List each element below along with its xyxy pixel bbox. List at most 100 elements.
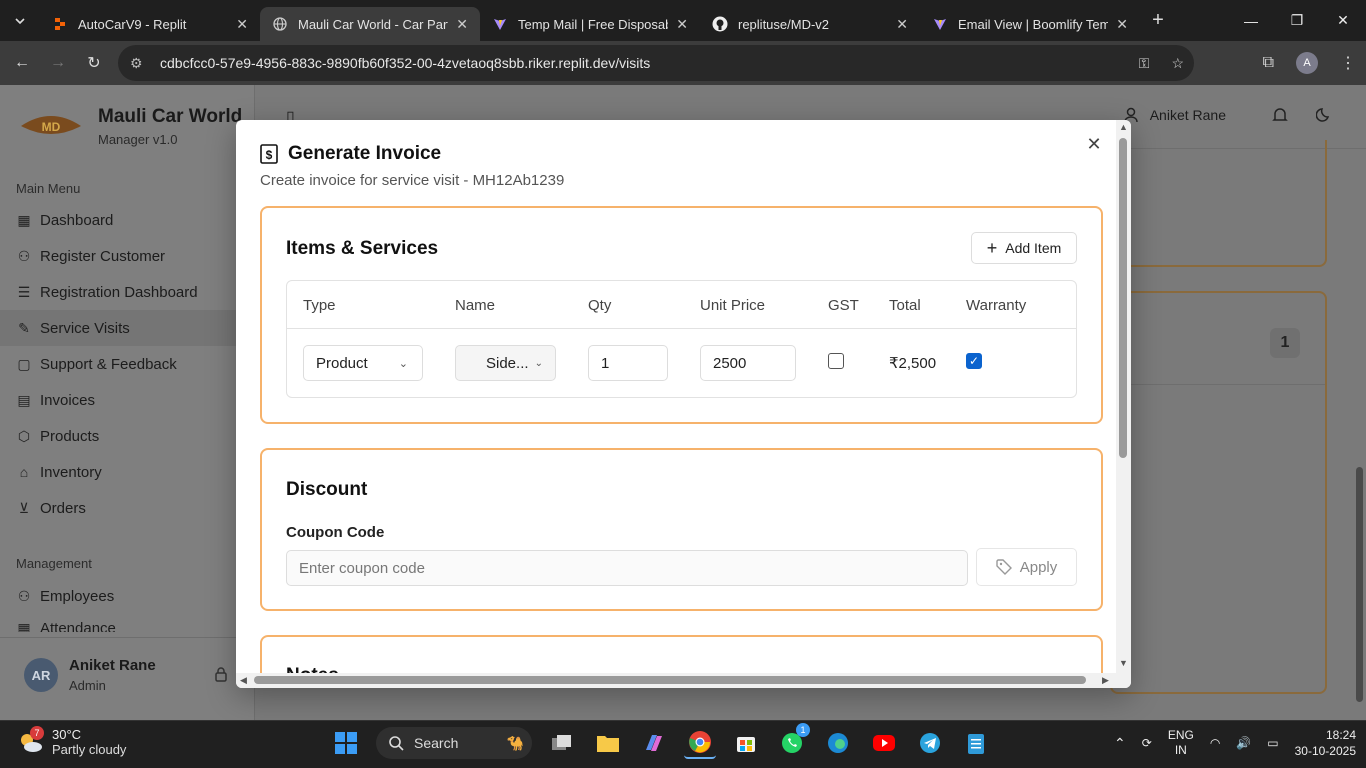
- qty-input[interactable]: 1: [588, 345, 668, 381]
- close-tab-icon[interactable]: ✕: [896, 16, 908, 33]
- search-label: Search: [414, 735, 459, 751]
- close-icon[interactable]: ✕: [1084, 134, 1104, 154]
- notepad-icon[interactable]: [960, 727, 992, 759]
- telegram-icon[interactable]: [914, 727, 946, 759]
- sidebar-item-register-customer[interactable]: ⚇ Register Customer: [16, 244, 165, 268]
- sidebar-item-employees[interactable]: ⚇ Employees: [16, 584, 114, 608]
- page-scroll-thumb[interactable]: [1356, 467, 1363, 702]
- sync-icon[interactable]: ⟳: [1142, 736, 1152, 750]
- header-divider: [287, 328, 1076, 329]
- topbar-user[interactable]: Aniket Rane: [1123, 107, 1226, 123]
- scroll-up-icon[interactable]: ▲: [1119, 122, 1128, 132]
- sidebar-item-support[interactable]: ▢ Support & Feedback: [16, 352, 176, 376]
- close-tab-icon[interactable]: ✕: [676, 16, 688, 33]
- url-bar[interactable]: ⚙ cdbcfcc0-57e9-4956-883c-9890fb60f352-0…: [118, 45, 1194, 81]
- browser-tab-3[interactable]: replituse/MD-v2 ✕: [700, 7, 920, 41]
- file-explorer-icon[interactable]: [592, 727, 624, 759]
- file-icon: ▤: [17, 391, 31, 408]
- language-indicator[interactable]: ENG IN: [1168, 728, 1194, 758]
- lock-icon[interactable]: [214, 666, 228, 687]
- plus-icon: +: [986, 237, 998, 258]
- lang-region: IN: [1174, 743, 1187, 757]
- github-icon: [712, 16, 728, 32]
- tab-title: Email View | Boomlify Tempo: [958, 16, 1109, 32]
- tab-search-button[interactable]: [0, 0, 40, 41]
- sidebar-item-label: Attendance: [40, 620, 116, 632]
- volume-icon[interactable]: 🔊: [1236, 736, 1251, 750]
- whatsapp-icon[interactable]: 1: [776, 723, 810, 759]
- type-select[interactable]: Product ⌄: [303, 345, 423, 381]
- bell-icon[interactable]: [1272, 107, 1288, 128]
- edge-icon[interactable]: [822, 727, 854, 759]
- avatar[interactable]: AR: [24, 658, 58, 692]
- browser-tab-0[interactable]: AutoCarV9 - Replit ✕: [40, 7, 260, 41]
- taskbar-search[interactable]: Search 🐪: [376, 727, 532, 759]
- warranty-checkbox[interactable]: ✓: [966, 353, 982, 369]
- windows-start-icon[interactable]: [330, 727, 362, 759]
- profile-avatar[interactable]: A: [1296, 52, 1318, 74]
- sidebar-item-orders[interactable]: ⊻ Orders: [16, 496, 86, 520]
- name-value: Side...: [486, 354, 529, 372]
- sidebar-item-products[interactable]: ⬡ Products: [16, 424, 99, 448]
- moon-icon[interactable]: [1315, 107, 1332, 128]
- sidebar-item-label: Inventory: [40, 463, 102, 481]
- scroll-left-icon[interactable]: ◀: [240, 675, 247, 686]
- sidebar-item-registration-dashboard[interactable]: ☰ Registration Dashboard: [16, 280, 198, 304]
- address-toolbar: ← → ↻ ⚙ cdbcfcc0-57e9-4956-883c-9890fb60…: [0, 41, 1366, 85]
- menu-dots-icon[interactable]: ⋮: [1340, 53, 1356, 73]
- new-tab-button[interactable]: +: [1140, 9, 1176, 32]
- column-header: GST: [828, 297, 859, 314]
- dialog-horizontal-scrollbar[interactable]: ◀ ▶: [236, 673, 1116, 688]
- sidebar-item-invoices[interactable]: ▤ Invoices: [16, 388, 95, 412]
- browser-tab-2[interactable]: Temp Mail | Free Disposable ✕: [480, 7, 700, 41]
- microsoft-store-icon[interactable]: [730, 727, 762, 759]
- sidebar-item-attendance[interactable]: ▦ Attendance: [16, 620, 116, 632]
- close-tab-icon[interactable]: ✕: [1116, 16, 1128, 33]
- chevron-down-icon: ⌄: [398, 357, 408, 370]
- battery-icon[interactable]: ▭: [1267, 736, 1278, 750]
- task-view-icon[interactable]: [546, 727, 578, 759]
- sidebar-item-service-visits[interactable]: ✎ Service Visits: [0, 310, 255, 346]
- restore-icon[interactable]: ❐: [1274, 0, 1320, 41]
- scroll-down-icon[interactable]: ▼: [1119, 658, 1128, 668]
- chrome-icon[interactable]: [684, 727, 716, 759]
- close-window-icon[interactable]: ✕: [1320, 0, 1366, 41]
- key-icon[interactable]: ⚿: [1139, 55, 1150, 72]
- chevron-down-icon: [15, 17, 25, 24]
- reload-icon[interactable]: ↻: [76, 45, 112, 81]
- browser-tab-4[interactable]: Email View | Boomlify Tempo ✕: [920, 7, 1140, 41]
- copilot-icon[interactable]: [638, 727, 670, 759]
- sidebar-item-label: Invoices: [40, 391, 96, 409]
- page-scrollbar[interactable]: [1352, 149, 1366, 720]
- back-arrow-icon[interactable]: ←: [4, 45, 40, 81]
- close-tab-icon[interactable]: ✕: [236, 16, 248, 33]
- wifi-icon[interactable]: ◠: [1210, 736, 1220, 750]
- weather-widget[interactable]: 7 30°C Partly cloudy: [16, 726, 126, 757]
- minimize-icon[interactable]: —: [1228, 0, 1274, 41]
- dialog-vscroll-thumb[interactable]: [1119, 138, 1127, 458]
- sidebar-user-panel: AR Aniket Rane Admin: [0, 637, 255, 720]
- coupon-input[interactable]: Enter coupon code: [286, 550, 968, 586]
- dialog-hscroll-thumb[interactable]: [254, 676, 1086, 684]
- unit-price-input[interactable]: 2500: [700, 345, 796, 381]
- add-item-button[interactable]: + Add Item: [971, 232, 1077, 264]
- bookmark-star-icon[interactable]: ☆: [1171, 55, 1184, 72]
- browser-tab-1[interactable]: Mauli Car World - Car Parts & ✕: [260, 7, 480, 41]
- name-select[interactable]: Side... ⌄: [455, 345, 556, 381]
- forward-arrow-icon[interactable]: →: [40, 45, 76, 81]
- brand: MD Mauli Car World Manager v1.0: [16, 103, 242, 149]
- youtube-icon[interactable]: [868, 727, 900, 759]
- clock-date: 30-10-2025: [1294, 744, 1356, 758]
- site-info-icon[interactable]: ⚙: [130, 55, 152, 72]
- scroll-right-icon[interactable]: ▶: [1102, 675, 1109, 686]
- dialog-vertical-scrollbar[interactable]: ▲ ▼: [1116, 120, 1131, 688]
- gst-checkbox[interactable]: [828, 353, 844, 369]
- apply-button[interactable]: Apply: [976, 548, 1077, 586]
- clock[interactable]: 18:24 30-10-2025: [1295, 727, 1356, 759]
- sidebar-item-inventory[interactable]: ⌂ Inventory: [16, 460, 102, 484]
- extensions-icon[interactable]: ⧉: [1263, 54, 1274, 72]
- chevron-up-icon[interactable]: ⌃: [1114, 735, 1126, 752]
- sidebar-item-dashboard[interactable]: ▦ Dashboard: [16, 208, 113, 232]
- close-tab-icon[interactable]: ✕: [456, 16, 468, 33]
- user-role: Admin: [69, 678, 106, 693]
